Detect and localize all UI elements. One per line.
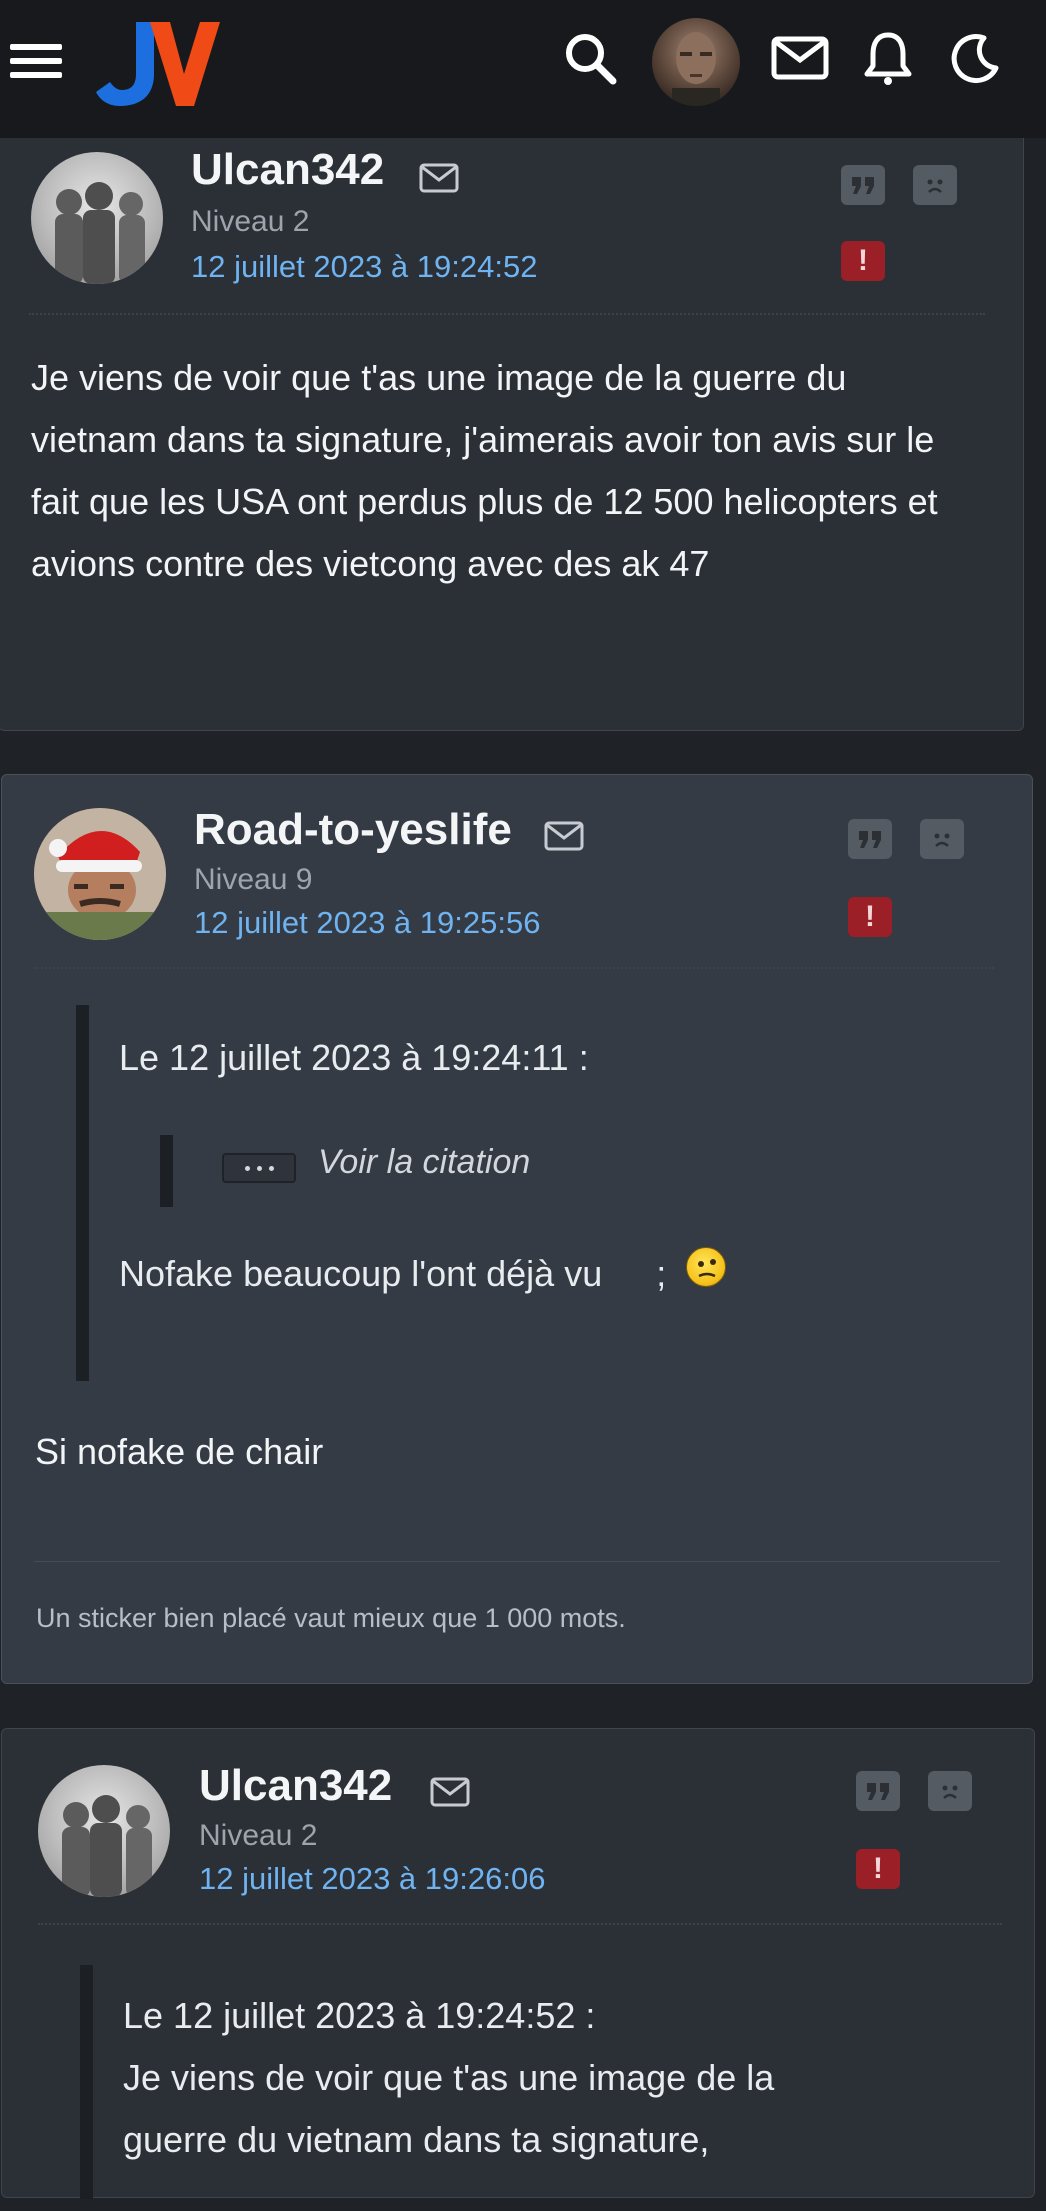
post-body: Je viens de voir que t'as une image de l… [31, 357, 938, 584]
quote-suffix: ; [656, 1253, 667, 1294]
quote-text-content: Nofake beaucoup l'ont déjà vu [119, 1253, 603, 1294]
user-avatar[interactable] [31, 152, 163, 284]
view-quote-link[interactable]: Voir la citation [318, 1143, 530, 1182]
sticker-emoji [686, 1247, 726, 1287]
user-avatar[interactable] [34, 808, 166, 940]
report-button[interactable]: ! [841, 241, 885, 281]
nested-quote-bar [160, 1135, 173, 1207]
quote-button[interactable] [848, 819, 892, 859]
post-body: Si nofake de chair [35, 1431, 324, 1472]
private-message-icon[interactable] [544, 821, 584, 851]
quote-text-line: guerre du vietnam dans ta signature, [123, 2119, 710, 2160]
post-date[interactable]: 12 juillet 2023 à 19:25:56 [194, 905, 540, 941]
quote-bar [76, 1005, 89, 1381]
user-level: Niveau 2 [191, 205, 310, 238]
sad-face-icon[interactable] [920, 819, 964, 859]
quote-bar [80, 1965, 93, 2199]
header-separator [29, 313, 985, 315]
private-message-icon[interactable] [430, 1777, 470, 1807]
sad-face-icon[interactable] [913, 165, 957, 205]
bell-icon[interactable] [858, 28, 918, 88]
forum-post: Ulcan342 Niveau 2 12 juillet 2023 à 19:2… [1, 1728, 1035, 2199]
report-button[interactable]: ! [848, 897, 892, 937]
mail-icon[interactable] [770, 28, 830, 88]
quote-header: Le 12 juillet 2023 à 19:24:52 : [123, 1995, 596, 2036]
post-date[interactable]: 12 juillet 2023 à 19:24:52 [191, 249, 537, 285]
private-message-icon[interactable] [419, 163, 459, 193]
header-separator [38, 1923, 1002, 1925]
forum-post: Road-to-yeslife Niveau 9 12 juillet 2023… [1, 774, 1033, 1684]
profile-avatar[interactable] [652, 18, 740, 106]
expand-quote-button[interactable] [222, 1153, 296, 1183]
quote-text: Nofake beaucoup l'ont déjà vu; [119, 1253, 666, 1295]
moon-icon[interactable] [946, 28, 1006, 88]
quote-header: Le 12 juillet 2023 à 19:24:11 : [119, 1037, 589, 1078]
user-level: Niveau 9 [194, 863, 313, 896]
header-separator [34, 967, 994, 969]
post-author[interactable]: Road-to-yeslife [194, 805, 512, 855]
quote-text-line: Je viens de voir que t'as une image de l… [123, 2057, 775, 2098]
signature-separator [34, 1561, 1000, 1562]
post-date[interactable]: 12 juillet 2023 à 19:26:06 [199, 1861, 545, 1897]
post-author[interactable]: Ulcan342 [191, 145, 384, 195]
report-button[interactable]: ! [856, 1849, 900, 1889]
quote-button[interactable] [856, 1771, 900, 1811]
top-bar [0, 0, 1046, 138]
sad-face-icon[interactable] [928, 1771, 972, 1811]
forum-post: Ulcan342 Niveau 2 12 juillet 2023 à 19:2… [0, 118, 1024, 731]
quote-button[interactable] [841, 165, 885, 205]
signature: Un sticker bien placé vaut mieux que 1 0… [36, 1603, 626, 1633]
user-avatar[interactable] [38, 1765, 170, 1897]
menu-icon[interactable] [10, 44, 62, 78]
jv-logo[interactable] [96, 16, 222, 108]
post-author[interactable]: Ulcan342 [199, 1761, 392, 1811]
user-level: Niveau 2 [199, 1819, 318, 1852]
search-icon[interactable] [560, 28, 620, 88]
